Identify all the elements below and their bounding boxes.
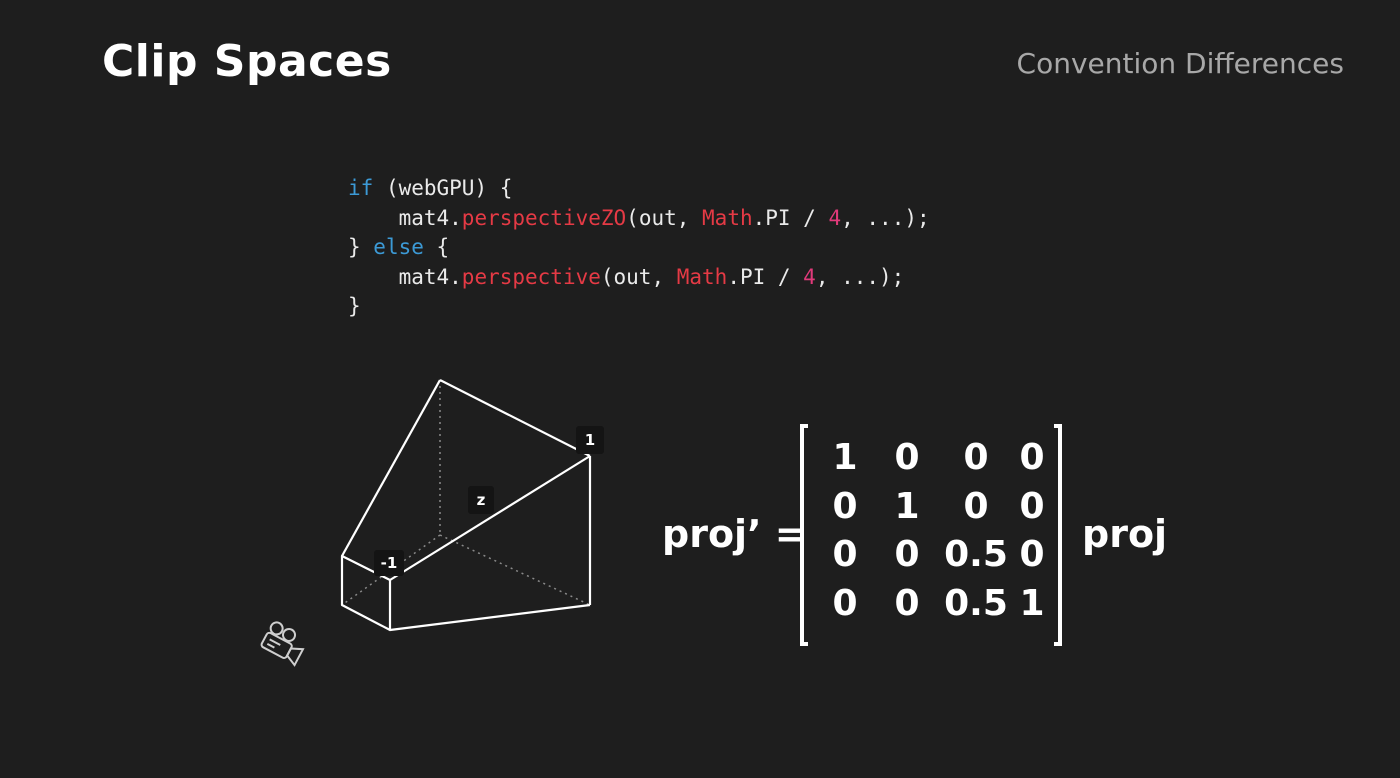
hidden-edge xyxy=(439,534,591,606)
matrix-cell: 0 xyxy=(894,582,920,624)
code-token: , ...); xyxy=(815,264,905,289)
matrix-cell: 0 xyxy=(832,534,858,575)
code-line: } else { xyxy=(348,233,930,263)
matrix-cell: 0 xyxy=(1019,485,1045,527)
code-token: (out, xyxy=(626,205,703,230)
code-token: Math xyxy=(676,264,728,289)
conversion-matrix: 1 0 0 0 0 1 0 0 0 0 0.5 0 0 0 0.5 1 xyxy=(814,434,1050,628)
slide-subtitle: Convention Differences xyxy=(1016,47,1344,80)
code-token: 4 xyxy=(828,205,842,230)
matrix-cell: 0 xyxy=(832,485,858,527)
visible-edges xyxy=(340,379,592,632)
matrix-cell: 0 xyxy=(963,437,989,478)
matrix-cell: 0 xyxy=(894,534,920,575)
matrix-cell: 0.5 xyxy=(944,534,1008,575)
matrix-right-bracket xyxy=(1054,424,1062,646)
matrix-cell: 0 xyxy=(1019,437,1045,478)
code-token: .PI / xyxy=(752,205,829,230)
code-token: perspectiveZO xyxy=(461,205,627,230)
z-axis-label: z xyxy=(468,486,494,514)
code-token: if xyxy=(348,176,374,200)
near-plane-label: -1 xyxy=(374,550,404,576)
code-token: (webGPU) { xyxy=(373,176,513,200)
code-token: else xyxy=(373,235,424,259)
equation-lhs: proj’ = xyxy=(662,512,807,556)
slide-title: Clip Spaces xyxy=(102,36,392,87)
code-line: mat4.perspectiveZO(out, Math.PI / 4, ...… xyxy=(348,204,930,234)
frustum-edge xyxy=(389,455,591,581)
matrix-cell: 0 xyxy=(894,437,920,478)
code-token: { xyxy=(423,235,450,259)
matrix-cell: 0 xyxy=(832,582,858,624)
code-token: Math xyxy=(702,205,753,230)
code-line: mat4.perspective(out, Math.PI / 4, ...); xyxy=(348,263,930,293)
matrix-cell: 1 xyxy=(1019,582,1045,624)
code-token: mat4. xyxy=(348,264,462,289)
projection-equation: proj’ = 1 0 0 0 0 1 0 0 0 0 0.5 0 0 0 0.5 1 proj xyxy=(662,420,1182,652)
code-line: } xyxy=(348,292,930,322)
matrix-left-bracket xyxy=(800,424,808,646)
matrix-cell: 0 xyxy=(1019,534,1045,575)
matrix-cell: 1 xyxy=(894,485,920,527)
frustum-edge xyxy=(439,379,591,457)
frustum-svg xyxy=(260,379,592,667)
code-token: } xyxy=(348,235,374,259)
code-token: (out, xyxy=(600,264,677,289)
clip-space-frustum-diagram: 1 z -1 xyxy=(260,370,640,670)
code-token: , ...); xyxy=(841,205,930,230)
far-plane-label: 1 xyxy=(576,426,604,454)
code-token: mat4. xyxy=(348,205,462,230)
code-line: if (webGPU) { xyxy=(348,174,930,204)
matrix-cell: 1 xyxy=(832,437,858,478)
code-token: 4 xyxy=(803,264,816,289)
matrix-cell: 0.5 xyxy=(944,582,1008,624)
code-token: perspective xyxy=(461,264,601,289)
video-camera-icon xyxy=(260,621,305,667)
code-token: .PI / xyxy=(727,264,804,289)
code-snippet: if (webGPU) { mat4.perspectiveZO(out, Ma… xyxy=(348,174,930,322)
code-token: } xyxy=(348,294,361,318)
frustum-edge xyxy=(389,603,591,632)
frustum-edge xyxy=(341,379,441,557)
equation-rhs: proj xyxy=(1082,512,1168,556)
matrix-cell: 0 xyxy=(963,485,989,527)
